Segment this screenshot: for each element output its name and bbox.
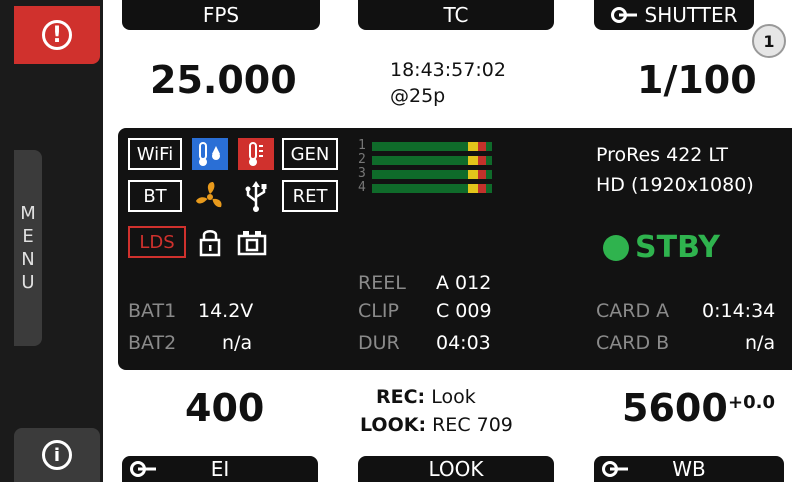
audio-meter: [372, 184, 492, 193]
rec-look-row[interactable]: REC: Look: [376, 386, 476, 408]
wifi-status[interactable]: WiFi: [128, 138, 182, 170]
bat1-value: 14.2V: [198, 300, 254, 322]
tab-shutter[interactable]: SHUTTER: [594, 0, 754, 30]
record-state-label: STBY: [635, 230, 721, 265]
wb-value[interactable]: 5600: [622, 386, 728, 430]
lock-key-icon: [610, 7, 637, 23]
tab-wb[interactable]: WB: [594, 456, 784, 482]
audio-meter: [372, 170, 492, 179]
tab-fps-label: FPS: [202, 3, 240, 27]
bluetooth-status[interactable]: BT: [128, 180, 182, 212]
audio-meter: [372, 156, 492, 165]
wb-offset: +0.0: [728, 392, 775, 413]
lock-key-icon: [130, 461, 156, 477]
tab-tc-label: TC: [443, 3, 469, 27]
rec-value: Look: [431, 386, 476, 408]
temperature-cold-icon: [190, 136, 230, 172]
reel-label: REEL: [358, 272, 406, 294]
card-a-label: CARD A: [596, 300, 670, 322]
ei-value[interactable]: 400: [185, 386, 264, 430]
audio-meter: [372, 142, 492, 151]
audio-channel-number: 3: [358, 166, 366, 181]
info-icon: i: [42, 440, 72, 470]
card-b-value: n/a: [745, 332, 776, 354]
shutter-value[interactable]: 1/100: [637, 58, 757, 102]
tab-ei[interactable]: EI: [122, 456, 318, 482]
fps-value[interactable]: 25.000: [150, 58, 297, 102]
menu-letter: N: [21, 249, 35, 270]
clip-label: CLIP: [358, 300, 399, 322]
dur-label: DUR: [358, 332, 400, 354]
rec-label: REC:: [376, 386, 426, 408]
tab-look[interactable]: LOOK: [358, 456, 554, 482]
look-label: LOOK:: [360, 414, 427, 436]
audio-channel-number: 2: [358, 152, 366, 167]
card-a-value: 0:14:34: [702, 300, 776, 322]
camera-media-icon: [234, 224, 270, 260]
menu-letter: U: [21, 272, 35, 293]
clip-value: C 009: [436, 300, 492, 322]
menu-button[interactable]: M E N U: [14, 150, 42, 346]
tab-look-label: LOOK: [428, 457, 484, 481]
lds-status[interactable]: LDS: [128, 226, 186, 258]
info-button[interactable]: i: [14, 428, 100, 482]
record-state[interactable]: STBY: [603, 230, 720, 265]
timecode-value[interactable]: 18:43:57:02: [390, 58, 506, 83]
warning-icon: !: [42, 20, 72, 50]
tab-wb-label: WB: [672, 457, 706, 481]
audio-channel-number: 4: [358, 180, 366, 195]
card-b-label: CARD B: [596, 332, 670, 354]
return-status[interactable]: RET: [282, 180, 338, 212]
camera-home-screen: ! M E N U i FPS TC SHUTTER 1 25.000 18:4…: [0, 0, 792, 482]
dur-value: 04:03: [436, 332, 491, 354]
bat2-value: n/a: [222, 332, 253, 354]
look-row[interactable]: LOOK: REC 709: [360, 414, 513, 436]
genlock-status[interactable]: GEN: [282, 138, 338, 170]
standby-dot-icon: [603, 234, 629, 261]
usb-icon: [238, 178, 274, 214]
temperature-hot-icon: [236, 136, 276, 172]
fan-icon: [190, 178, 230, 214]
callout-marker: 1: [752, 24, 786, 58]
bat1-label: BAT1: [128, 300, 177, 322]
audio-channel-number: 1: [358, 138, 366, 153]
bat2-label: BAT2: [128, 332, 177, 354]
resolution-label[interactable]: HD (1920x1080): [596, 174, 754, 196]
timecode-rate: @25p: [390, 85, 446, 107]
lock-key-icon: [602, 461, 628, 477]
tab-ei-label: EI: [210, 457, 230, 481]
sidebar: ! M E N U i: [0, 0, 103, 482]
lock-icon: [196, 224, 224, 260]
reel-value: A 012: [436, 272, 492, 294]
tab-fps[interactable]: FPS: [122, 0, 320, 30]
menu-letter: M: [20, 203, 36, 224]
tab-tc[interactable]: TC: [358, 0, 554, 30]
codec-label[interactable]: ProRes 422 LT: [596, 144, 728, 166]
look-value: REC 709: [432, 414, 513, 436]
menu-letter: E: [22, 226, 34, 247]
tab-shutter-label: SHUTTER: [644, 3, 738, 27]
warning-button[interactable]: !: [14, 6, 100, 64]
